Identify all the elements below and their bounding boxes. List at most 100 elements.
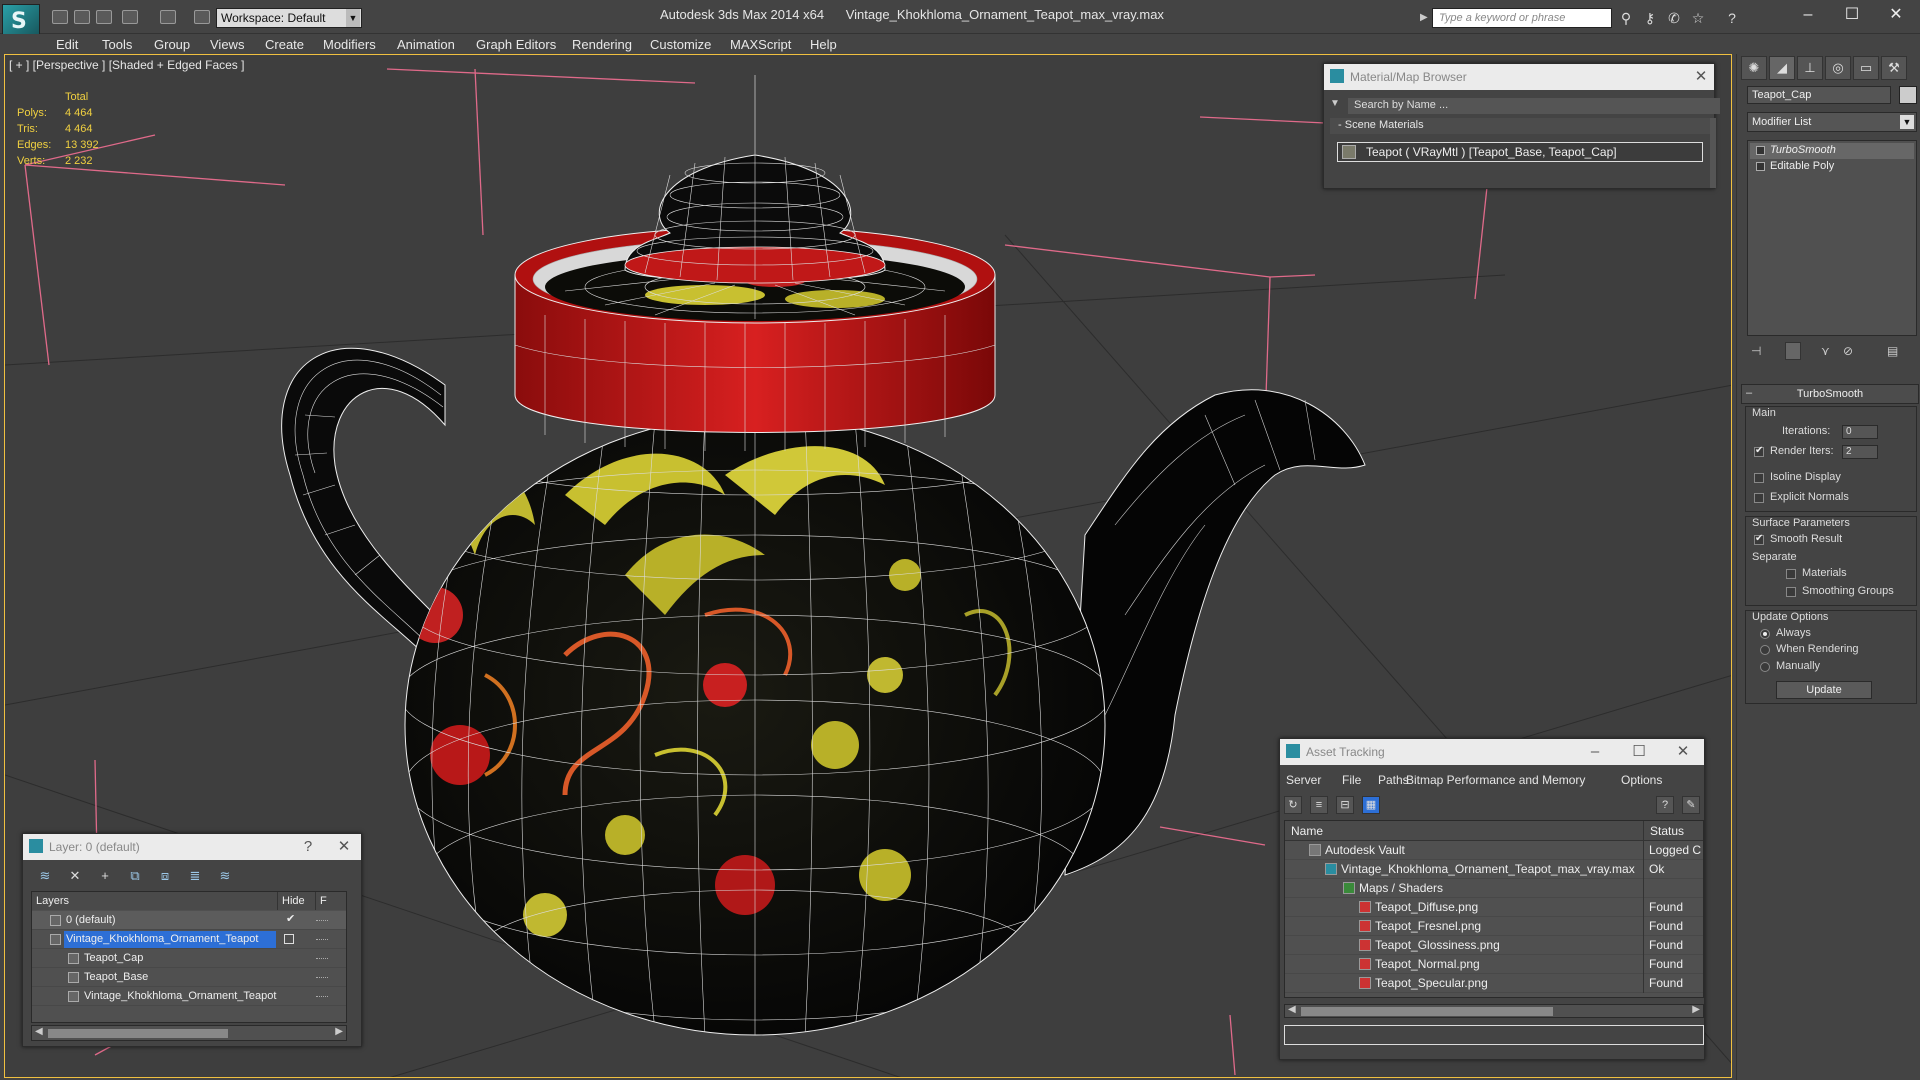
menu-bitmap-performance[interactable]: Bitmap Performance and Memory [1406, 773, 1585, 787]
menu-options[interactable]: Options [1621, 773, 1662, 787]
modify-tab-icon[interactable]: ◢ [1769, 56, 1795, 80]
smoothing-groups-checkbox[interactable] [1786, 587, 1796, 597]
layer-options-icon[interactable]: ≋ [215, 866, 235, 886]
chevron-down-icon[interactable]: ▼ [346, 9, 360, 27]
app-logo-icon[interactable]: S [2, 4, 40, 38]
workspace-select[interactable]: Workspace: Default [216, 8, 362, 28]
scroll-left-icon[interactable]: ◀ [1288, 1004, 1296, 1015]
menu-tools[interactable]: Tools [102, 37, 132, 52]
help-icon[interactable]: ? [299, 838, 317, 856]
menu-group[interactable]: Group [154, 37, 190, 52]
menu-server[interactable]: Server [1286, 773, 1321, 787]
path-field[interactable] [1284, 1025, 1704, 1045]
chevron-down-icon[interactable]: ▼ [1900, 115, 1914, 129]
horizontal-scrollbar[interactable]: ◀ ▶ [1284, 1004, 1704, 1018]
close-icon[interactable]: ✕ [1692, 68, 1710, 86]
new-file-icon[interactable] [52, 10, 68, 24]
maximize-icon[interactable]: ☐ [1630, 743, 1648, 761]
current-layer-check-icon[interactable]: ✔ [286, 912, 295, 925]
collapse-icon[interactable]: - [1338, 119, 1345, 131]
favorites-icon[interactable]: ☆ [1690, 10, 1706, 26]
always-radio[interactable] [1760, 629, 1770, 639]
motion-tab-icon[interactable]: ◎ [1825, 56, 1851, 80]
refresh-icon[interactable]: ↻ [1284, 796, 1302, 814]
table-view-icon[interactable]: ▦ [1362, 796, 1380, 814]
asset-row[interactable]: Teapot_Fresnel.png Found [1285, 917, 1703, 936]
stack-item-editable-poly[interactable]: Editable Poly [1750, 159, 1914, 175]
scroll-left-icon[interactable]: ◀ [35, 1026, 43, 1037]
expand-search-icon[interactable]: ▶ [1420, 8, 1430, 28]
layer-row[interactable]: Teapot_Base [32, 968, 346, 987]
iterations-spinner[interactable]: 0 [1842, 425, 1878, 439]
explicit-normals-checkbox[interactable] [1754, 493, 1764, 503]
pin-stack-icon[interactable]: ⊣ [1751, 344, 1761, 358]
modifier-list-select[interactable]: Modifier List ▼ [1747, 112, 1917, 132]
hierarchy-tab-icon[interactable]: ⊥ [1797, 56, 1823, 80]
column-layers[interactable]: Layers [32, 892, 278, 910]
expand-icon[interactable] [1756, 162, 1765, 171]
render-iters-checkbox[interactable] [1754, 445, 1764, 457]
search-input[interactable]: Search by Name ... [1348, 98, 1720, 114]
menu-customize[interactable]: Customize [650, 37, 711, 52]
viewport-label[interactable]: [ + ] [Perspective ] [Shaded + Edged Fac… [9, 58, 244, 72]
close-icon[interactable]: ✕ [1674, 743, 1692, 761]
close-icon[interactable]: ✕ [335, 838, 353, 856]
column-hide[interactable]: Hide [278, 892, 316, 910]
scrollbar-thumb[interactable] [1301, 1007, 1553, 1016]
browser-options-icon[interactable]: ▼ [1330, 98, 1340, 109]
list-view-icon[interactable]: ≡ [1310, 796, 1328, 814]
remove-modifier-icon[interactable]: ⊘ [1843, 344, 1853, 358]
isoline-checkbox[interactable] [1754, 473, 1764, 483]
minimize-icon[interactable]: – [1586, 743, 1604, 761]
asset-row[interactable]: Teapot_Glossiness.png Found [1285, 936, 1703, 955]
column-status[interactable]: Status [1644, 821, 1703, 841]
layer-row[interactable]: Vintage_Khokhloma_Ornament_Teapot [32, 987, 346, 1006]
create-tab-icon[interactable]: ✺ [1741, 56, 1767, 80]
binoculars-icon[interactable]: ⚲ [1618, 10, 1634, 26]
utilities-tab-icon[interactable]: ⚒ [1881, 56, 1907, 80]
redo-icon[interactable] [160, 10, 176, 24]
show-end-result-icon[interactable] [1785, 342, 1801, 360]
window-titlebar[interactable]: Layer: 0 (default) ? ✕ [23, 834, 361, 860]
close-icon[interactable]: ✕ [1876, 4, 1916, 26]
display-tab-icon[interactable]: ▭ [1853, 56, 1879, 80]
communication-icon[interactable]: ✆ [1666, 10, 1682, 26]
open-file-icon[interactable] [74, 10, 90, 24]
layer-row[interactable]: 0 (default) ✔ [32, 911, 346, 930]
asset-row[interactable]: Teapot_Diffuse.png Found [1285, 898, 1703, 917]
scroll-right-icon[interactable]: ▶ [1692, 1004, 1700, 1015]
make-current-checkbox[interactable] [284, 934, 294, 944]
manually-radio[interactable] [1760, 662, 1770, 672]
render-iters-spinner[interactable]: 2 [1842, 445, 1878, 459]
key-icon[interactable]: ⚷ [1642, 10, 1658, 26]
layer-row[interactable]: Teapot_Cap [32, 949, 346, 968]
search-input[interactable]: Type a keyword or phrase [1432, 8, 1612, 28]
highlight-editable-icon[interactable]: ✎ [1682, 796, 1700, 814]
object-color-swatch[interactable] [1899, 86, 1917, 104]
menu-views[interactable]: Views [210, 37, 244, 52]
configure-modifier-sets-icon[interactable]: ▤ [1887, 344, 1898, 358]
hide-toggle[interactable] [316, 958, 328, 959]
menu-animation[interactable]: Animation [397, 37, 455, 52]
menu-paths[interactable]: Paths [1378, 773, 1409, 787]
lightbulb-icon[interactable] [1756, 146, 1765, 155]
asset-row[interactable]: Vintage_Khokhloma_Ornament_Teapot_max_vr… [1285, 860, 1703, 879]
menu-modifiers[interactable]: Modifiers [323, 37, 376, 52]
hide-toggle[interactable] [316, 977, 328, 978]
menu-rendering[interactable]: Rendering [572, 37, 632, 52]
menu-help[interactable]: Help [810, 37, 837, 52]
materials-checkbox[interactable] [1786, 569, 1796, 579]
stack-item-turbosmooth[interactable]: TurboSmooth [1750, 143, 1914, 159]
create-layer-icon[interactable]: ≋ [35, 866, 55, 886]
column-freeze[interactable]: F [316, 892, 346, 910]
menu-edit[interactable]: Edit [56, 37, 78, 52]
help-icon[interactable]: ? [1656, 796, 1674, 814]
smooth-result-checkbox[interactable] [1754, 533, 1764, 545]
delete-layer-icon[interactable]: ✕ [65, 866, 85, 886]
asset-row[interactable]: Maps / Shaders [1285, 879, 1703, 898]
save-file-icon[interactable] [96, 10, 112, 24]
window-titlebar[interactable]: Material/Map Browser ✕ [1324, 64, 1714, 90]
turbosmooth-rollout-header[interactable]: – TurboSmooth [1741, 384, 1919, 404]
make-unique-icon[interactable]: ⋎ [1821, 344, 1830, 358]
object-name-field[interactable]: Teapot_Cap [1747, 86, 1891, 104]
